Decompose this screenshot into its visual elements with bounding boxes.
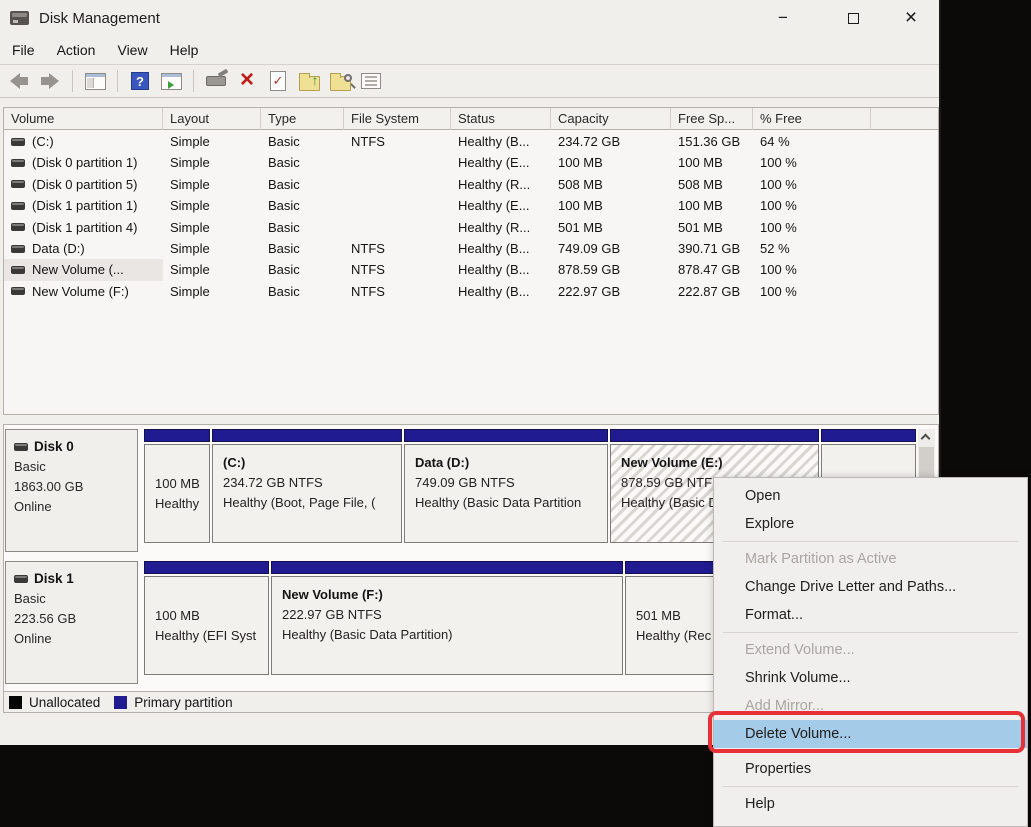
unallocated-swatch bbox=[9, 696, 22, 709]
scroll-up-icon[interactable] bbox=[921, 434, 931, 444]
validate-document-icon[interactable]: ✓ bbox=[266, 69, 290, 93]
menu-item-explore[interactable]: Explore bbox=[714, 510, 1027, 538]
volume-list: Volume Layout Type File System Status Ca… bbox=[3, 107, 939, 415]
disk-icon bbox=[14, 443, 28, 451]
disk-icon bbox=[14, 575, 28, 583]
disk0-kind: Basic bbox=[14, 457, 129, 477]
disk0-size: 1863.00 GB bbox=[14, 477, 129, 497]
table-row[interactable]: (Disk 1 partition 1) SimpleBasic Healthy… bbox=[4, 195, 938, 216]
volume-icon bbox=[11, 138, 25, 146]
primary-partition-label: Primary partition bbox=[134, 695, 232, 710]
minimize-button[interactable]: − bbox=[760, 0, 806, 36]
back-icon[interactable] bbox=[7, 69, 31, 93]
volume-icon bbox=[11, 223, 25, 231]
volume-icon bbox=[11, 287, 25, 295]
unallocated-label: Unallocated bbox=[29, 695, 100, 710]
volume-list-header: Volume Layout Type File System Status Ca… bbox=[4, 108, 938, 130]
volume-rows: (C:) SimpleBasic NTFSHealthy (B... 234.7… bbox=[4, 131, 938, 302]
column-header-blank[interactable] bbox=[871, 108, 939, 130]
folder-search-icon[interactable] bbox=[328, 69, 352, 93]
disk-management-app-icon bbox=[10, 11, 29, 25]
primary-partition-band bbox=[821, 429, 916, 442]
help-icon[interactable]: ? bbox=[128, 69, 152, 93]
menu-separator bbox=[723, 541, 1018, 542]
menu-action[interactable]: Action bbox=[46, 36, 107, 64]
primary-partition-band bbox=[144, 561, 269, 574]
maximize-icon bbox=[848, 13, 859, 24]
volume-icon bbox=[11, 159, 25, 167]
toolbar-separator bbox=[117, 70, 118, 92]
delete-volume-icon[interactable]: × bbox=[235, 69, 259, 93]
column-header-layout[interactable]: Layout bbox=[163, 108, 261, 130]
primary-partition-band bbox=[404, 429, 608, 442]
disk0-partition-system[interactable]: 100 MB Healthy bbox=[144, 429, 210, 543]
column-header-filesystem[interactable]: File System bbox=[344, 108, 451, 130]
maximize-button[interactable] bbox=[830, 0, 876, 36]
table-row[interactable]: (Disk 0 partition 5) SimpleBasic Healthy… bbox=[4, 174, 938, 195]
table-row[interactable]: (Disk 1 partition 4) SimpleBasic Healthy… bbox=[4, 217, 938, 238]
toolbar-separator bbox=[193, 70, 194, 92]
disk0-partition-d[interactable]: Data (D:) 749.09 GB NTFS Healthy (Basic … bbox=[404, 429, 608, 543]
disk1-kind: Basic bbox=[14, 589, 129, 609]
table-row[interactable]: Data (D:) SimpleBasic NTFSHealthy (B... … bbox=[4, 238, 938, 259]
column-header-capacity[interactable]: Capacity bbox=[551, 108, 671, 130]
table-row-selected[interactable]: New Volume (... SimpleBasic NTFSHealthy … bbox=[4, 259, 938, 280]
menu-item-properties[interactable]: Properties bbox=[714, 755, 1027, 783]
window-title: Disk Management bbox=[39, 10, 160, 27]
menu-item-extend-volume: Extend Volume... bbox=[714, 636, 1027, 664]
close-button[interactable]: × bbox=[888, 0, 934, 36]
volume-icon bbox=[11, 266, 25, 274]
column-header-freespace[interactable]: Free Sp... bbox=[671, 108, 753, 130]
toolbar: ? × ✓ ↑ bbox=[0, 64, 939, 98]
column-header-type[interactable]: Type bbox=[261, 108, 344, 130]
menu-separator bbox=[723, 632, 1018, 633]
menu-item-format[interactable]: Format... bbox=[714, 601, 1027, 629]
menu-separator bbox=[723, 786, 1018, 787]
toolbar-separator bbox=[72, 70, 73, 92]
disk0-info-panel[interactable]: Disk 0 Basic 1863.00 GB Online bbox=[5, 429, 138, 552]
menu-item-change-drive-letter[interactable]: Change Drive Letter and Paths... bbox=[714, 573, 1027, 601]
primary-partition-band bbox=[212, 429, 402, 442]
volume-icon bbox=[11, 245, 25, 253]
primary-partition-swatch bbox=[114, 696, 127, 709]
column-header-percent-free[interactable]: % Free bbox=[753, 108, 871, 130]
menu-bar: File Action View Help bbox=[0, 36, 939, 64]
column-header-status[interactable]: Status bbox=[451, 108, 551, 130]
disk-tool-icon[interactable] bbox=[204, 69, 228, 93]
action-pane-icon[interactable] bbox=[159, 69, 183, 93]
menu-item-shrink-volume[interactable]: Shrink Volume... bbox=[714, 664, 1027, 692]
volume-icon bbox=[11, 180, 25, 188]
menu-view[interactable]: View bbox=[106, 36, 158, 64]
disk1-partition-f[interactable]: New Volume (F:) 222.97 GB NTFS Healthy (… bbox=[271, 561, 623, 675]
primary-partition-band bbox=[144, 429, 210, 442]
menu-item-help[interactable]: Help bbox=[714, 790, 1027, 818]
volume-icon bbox=[11, 202, 25, 210]
menu-help[interactable]: Help bbox=[159, 36, 210, 64]
table-row[interactable]: (C:) SimpleBasic NTFSHealthy (B... 234.7… bbox=[4, 131, 938, 152]
console-tree-icon[interactable] bbox=[83, 69, 107, 93]
table-row[interactable]: New Volume (F:) SimpleBasic NTFSHealthy … bbox=[4, 281, 938, 302]
delete-volume-annotation-box bbox=[708, 711, 1025, 753]
menu-item-open[interactable]: Open bbox=[714, 482, 1027, 510]
folder-upload-icon[interactable]: ↑ bbox=[297, 69, 321, 93]
disk1-size: 223.56 GB bbox=[14, 609, 129, 629]
checklist-icon[interactable] bbox=[359, 69, 383, 93]
table-row[interactable]: (Disk 0 partition 1) SimpleBasic Healthy… bbox=[4, 152, 938, 173]
disk0-status: Online bbox=[14, 497, 129, 517]
disk1-info-panel[interactable]: Disk 1 Basic 223.56 GB Online bbox=[5, 561, 138, 684]
menu-item-mark-partition-active: Mark Partition as Active bbox=[714, 545, 1027, 573]
column-header-volume[interactable]: Volume bbox=[4, 108, 163, 130]
partition-context-menu: Open Explore Mark Partition as Active Ch… bbox=[713, 477, 1028, 827]
primary-partition-band bbox=[610, 429, 819, 442]
disk0-partition-c[interactable]: (C:) 234.72 GB NTFS Healthy (Boot, Page … bbox=[212, 429, 402, 543]
disk1-partition-efi[interactable]: 100 MB Healthy (EFI Syst bbox=[144, 561, 269, 675]
primary-partition-band bbox=[271, 561, 623, 574]
forward-icon[interactable] bbox=[38, 69, 62, 93]
menu-file[interactable]: File bbox=[1, 36, 46, 64]
disk1-status: Online bbox=[14, 629, 129, 649]
